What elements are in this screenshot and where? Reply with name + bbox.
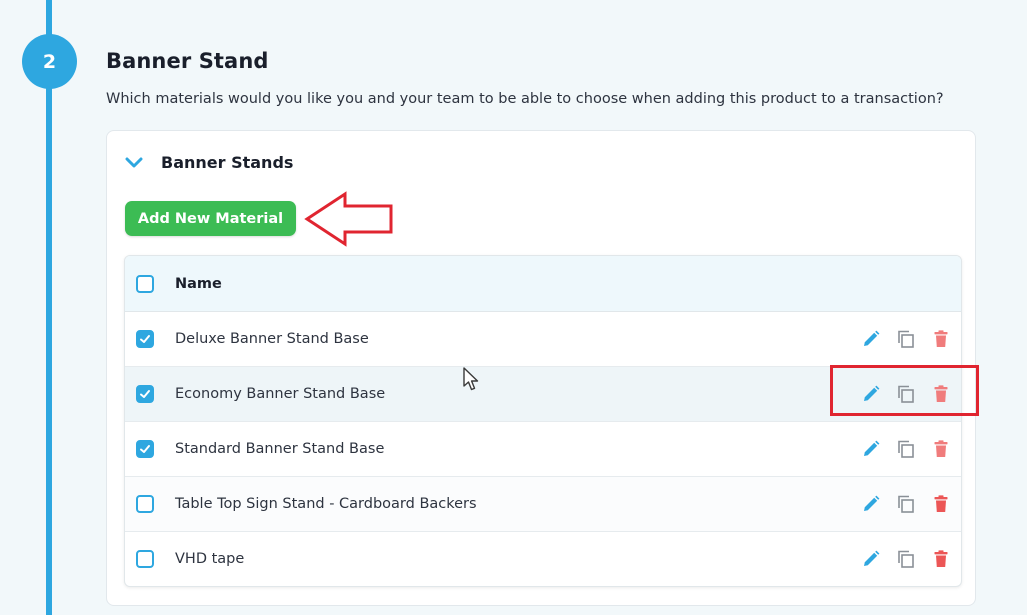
step-number-badge: 2: [22, 34, 77, 89]
section-subtitle: Which materials would you like you and y…: [106, 91, 944, 107]
trash-icon[interactable]: [931, 439, 951, 459]
materials-card: Banner Stands Add New Material Name Delu…: [106, 130, 976, 606]
pencil-icon[interactable]: [861, 439, 881, 459]
row-actions: [846, 329, 951, 349]
pencil-icon[interactable]: [861, 329, 881, 349]
row-checkbox[interactable]: [136, 330, 154, 348]
group-toggle[interactable]: Banner Stands: [123, 151, 293, 173]
row-checkbox[interactable]: [136, 385, 154, 403]
materials-table: Name Deluxe Banner Stand Base Economy Ban…: [124, 255, 962, 587]
add-new-material-button[interactable]: Add New Material: [125, 201, 296, 236]
pencil-icon[interactable]: [861, 549, 881, 569]
pencil-icon[interactable]: [861, 384, 881, 404]
trash-icon[interactable]: [931, 494, 951, 514]
row-actions: [846, 494, 951, 514]
table-row[interactable]: VHD tape: [125, 532, 961, 586]
row-checkbox[interactable]: [136, 440, 154, 458]
row-actions: [846, 384, 951, 404]
trash-icon[interactable]: [931, 329, 951, 349]
material-name: VHD tape: [175, 551, 245, 567]
column-header-name: Name: [175, 275, 222, 292]
material-name: Deluxe Banner Stand Base: [175, 331, 369, 347]
copy-icon[interactable]: [896, 384, 916, 404]
chevron-down-icon[interactable]: [123, 151, 145, 173]
row-checkbox[interactable]: [136, 550, 154, 568]
table-row[interactable]: Deluxe Banner Stand Base: [125, 312, 961, 367]
pencil-icon[interactable]: [861, 494, 881, 514]
table-row[interactable]: Economy Banner Stand Base: [125, 367, 961, 422]
material-name: Table Top Sign Stand - Cardboard Backers: [175, 496, 477, 512]
timeline-line: [46, 0, 52, 615]
trash-icon[interactable]: [931, 384, 951, 404]
material-name: Standard Banner Stand Base: [175, 441, 385, 457]
material-name: Economy Banner Stand Base: [175, 386, 386, 402]
select-all-checkbox[interactable]: [136, 274, 154, 293]
trash-icon[interactable]: [931, 549, 951, 569]
copy-icon[interactable]: [896, 494, 916, 514]
row-actions: [846, 439, 951, 459]
copy-icon[interactable]: [896, 439, 916, 459]
row-checkbox[interactable]: [136, 495, 154, 513]
table-body: Deluxe Banner Stand Base Economy Banner S…: [125, 312, 961, 586]
group-title: Banner Stands: [161, 152, 294, 172]
table-header: Name: [125, 256, 961, 312]
table-row[interactable]: Table Top Sign Stand - Cardboard Backers: [125, 477, 961, 532]
row-actions: [846, 549, 951, 569]
copy-icon[interactable]: [896, 329, 916, 349]
annotation-arrow-icon: [304, 191, 393, 247]
copy-icon[interactable]: [896, 549, 916, 569]
table-row[interactable]: Standard Banner Stand Base: [125, 422, 961, 477]
section-title: Banner Stand: [106, 49, 269, 73]
